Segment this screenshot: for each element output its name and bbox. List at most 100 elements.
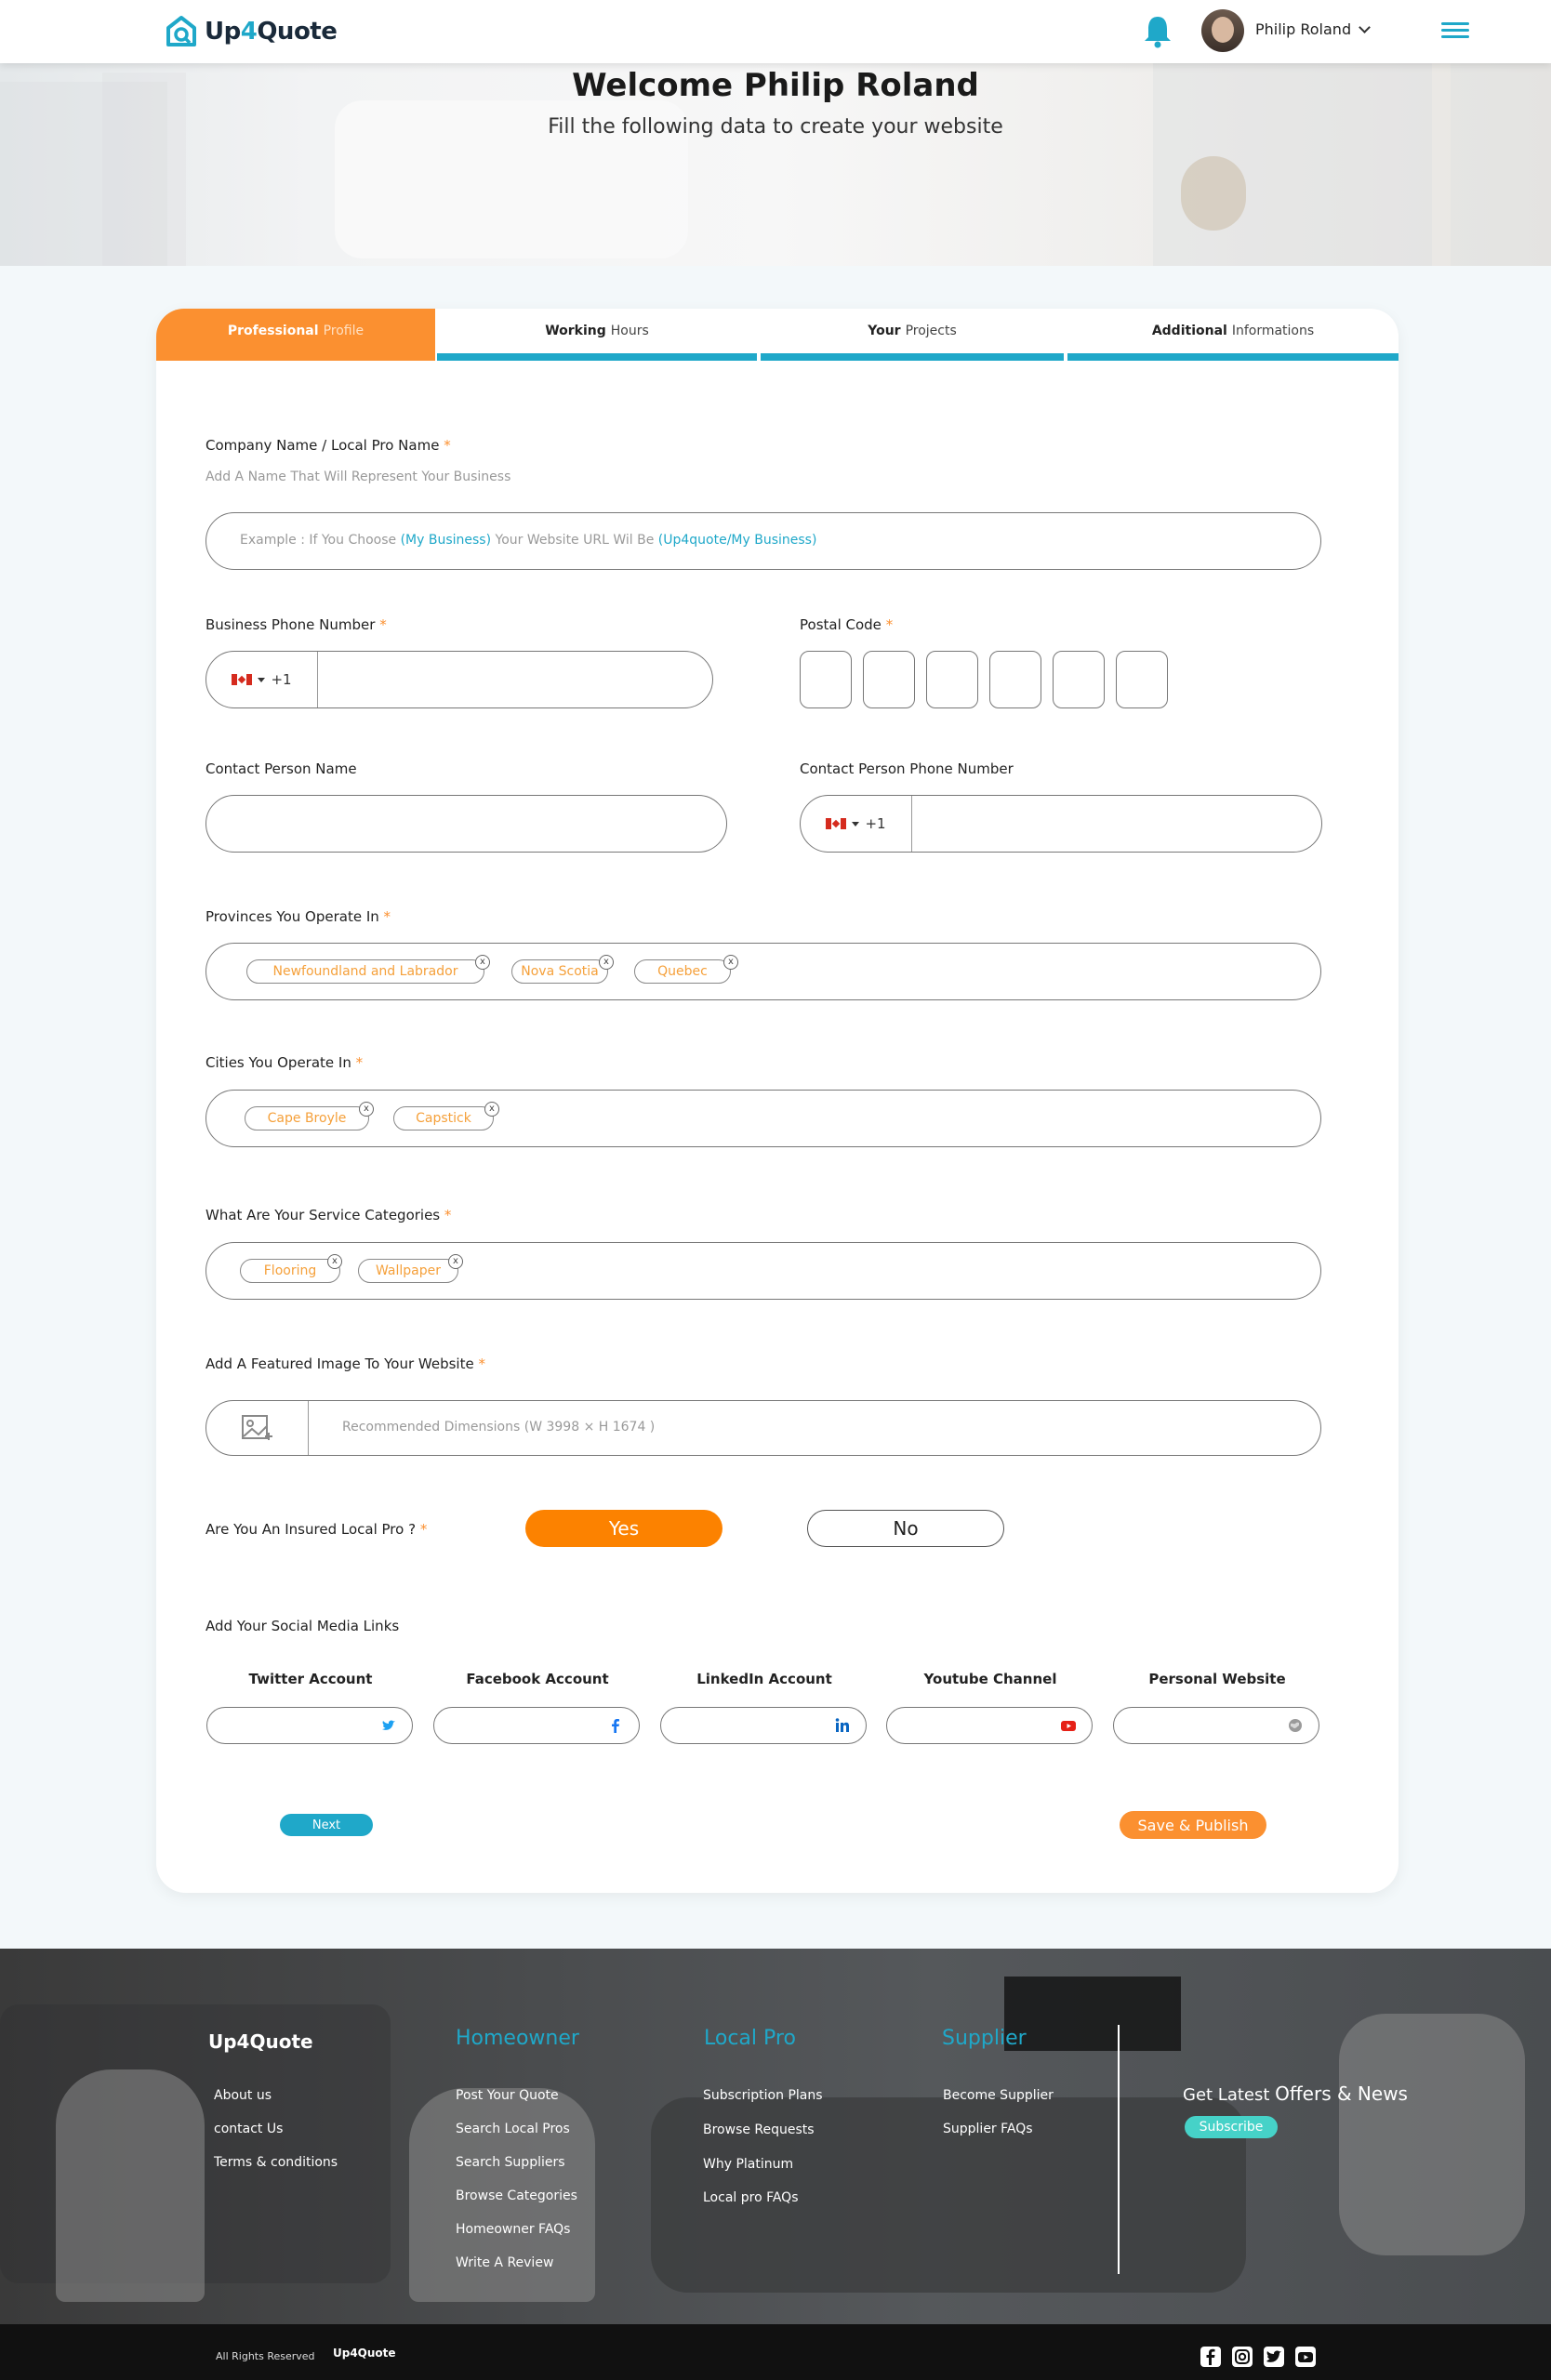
canada-flag-icon: [826, 818, 847, 829]
footer-link-search-pros[interactable]: Search Local Pros: [456, 2122, 570, 2136]
copyright-text: All Rights Reserved: [216, 2350, 315, 2362]
insured-no-button[interactable]: No: [807, 1510, 1004, 1547]
footer-heading-supplier: Supplier: [942, 2027, 1027, 2050]
footer-link-browse-categories[interactable]: Browse Categories: [456, 2188, 577, 2203]
country-code-select[interactable]: +1: [206, 652, 318, 707]
hamburger-menu-icon[interactable]: [1441, 22, 1469, 39]
footer-link-supplier-faqs[interactable]: Supplier FAQs: [943, 2122, 1033, 2136]
footer-heading-homeowner: Homeowner: [456, 2027, 579, 2050]
next-button[interactable]: Next: [280, 1814, 373, 1836]
footer-link-homeowner-faqs[interactable]: Homeowner FAQs: [456, 2222, 570, 2237]
twitter-social-icon[interactable]: [1264, 2347, 1284, 2367]
twitter-input[interactable]: [206, 1707, 413, 1744]
youtube-input[interactable]: [886, 1707, 1093, 1744]
youtube-social-icon[interactable]: [1295, 2347, 1316, 2367]
remove-chip-icon[interactable]: x: [484, 1102, 499, 1117]
city-chip: Cape Broyle: [245, 1106, 369, 1130]
save-publish-button[interactable]: Save & Publish: [1120, 1811, 1266, 1839]
page-title: Welcome Philip Roland: [572, 67, 979, 104]
personal-website-input[interactable]: [1113, 1707, 1319, 1744]
facebook-icon: [612, 1719, 619, 1733]
footer-link-write-review[interactable]: Write A Review: [456, 2255, 553, 2270]
postal-code-digit-1[interactable]: [800, 651, 852, 708]
instagram-social-icon[interactable]: [1232, 2347, 1253, 2367]
tab-your-projects[interactable]: Your Projects: [761, 309, 1064, 361]
footer-link-why-platinum[interactable]: Why Platinum: [703, 2157, 793, 2172]
add-image-icon: [241, 1415, 272, 1440]
postal-code-digit-4[interactable]: [989, 651, 1041, 708]
user-name: Philip Roland: [1255, 20, 1352, 38]
facebook-input[interactable]: [433, 1707, 640, 1744]
contact-person-phone-input[interactable]: +1: [800, 795, 1322, 853]
remove-chip-icon[interactable]: x: [723, 955, 738, 970]
youtube-label: Youtube Channel: [923, 1671, 1057, 1687]
insured-yes-button[interactable]: Yes: [525, 1510, 722, 1547]
province-chip: Nova Scotia: [511, 959, 608, 984]
city-chip: Capstick: [393, 1106, 494, 1130]
remove-chip-icon[interactable]: x: [599, 955, 614, 970]
postal-code-digit-3[interactable]: [926, 651, 978, 708]
remove-chip-icon[interactable]: x: [327, 1254, 342, 1269]
remove-chip-icon[interactable]: x: [359, 1102, 374, 1117]
dial-code: +1: [865, 815, 886, 832]
country-code-select[interactable]: +1: [801, 796, 912, 852]
postal-code-digit-6[interactable]: [1116, 651, 1168, 708]
caret-down-icon: [852, 821, 860, 826]
company-name-placeholder: Example : If You Choose (My Business) Yo…: [240, 533, 817, 548]
subscribe-button[interactable]: Subscribe: [1185, 2116, 1278, 2138]
footer-link-terms[interactable]: Terms & conditions: [214, 2155, 338, 2170]
category-chip: Flooring: [240, 1259, 340, 1283]
postal-code-digit-2[interactable]: [863, 651, 915, 708]
caret-down-icon: [258, 677, 266, 682]
logo-house-icon: [166, 16, 196, 46]
avatar[interactable]: [1201, 9, 1244, 52]
province-chip: Quebec: [634, 959, 731, 984]
top-header: Up4Quote Philip Roland: [0, 0, 1551, 63]
company-name-input[interactable]: Example : If You Choose (My Business) Yo…: [205, 512, 1321, 570]
provinces-label: Provinces You Operate In *: [205, 908, 391, 925]
tab-additional-informations[interactable]: Additional Informations: [1067, 309, 1399, 361]
footer-link-local-pro-faqs[interactable]: Local pro FAQs: [703, 2190, 799, 2205]
insured-label: Are You An Insured Local Pro ? *: [205, 1521, 428, 1538]
twitter-icon: [382, 1720, 395, 1730]
service-categories-label: What Are Your Service Categories *: [205, 1207, 452, 1223]
contact-person-name-input[interactable]: [205, 795, 727, 853]
footer-brand[interactable]: Up4Quote: [208, 2030, 313, 2053]
brand-logo[interactable]: Up4Quote: [166, 13, 338, 50]
tab-professional-profile[interactable]: Professional Profile: [156, 309, 435, 361]
footer-link-subscription-plans[interactable]: Subscription Plans: [703, 2088, 823, 2103]
business-phone-input[interactable]: +1: [205, 651, 713, 708]
category-chip: Wallpaper: [358, 1259, 458, 1283]
cities-input[interactable]: [205, 1090, 1321, 1147]
featured-image-upload[interactable]: Recommended Dimensions (W 3998 × H 1674 …: [205, 1400, 1321, 1456]
postal-code-digit-5[interactable]: [1053, 651, 1105, 708]
footer-mini-logo[interactable]: Up4Quote: [333, 2347, 396, 2360]
facebook-social-icon[interactable]: [1200, 2347, 1221, 2367]
offers-heading: Get Latest Offers & News: [1183, 2082, 1408, 2105]
remove-chip-icon[interactable]: x: [448, 1254, 463, 1269]
remove-chip-icon[interactable]: x: [475, 955, 490, 970]
footer-link-contact[interactable]: contact Us: [214, 2122, 283, 2136]
youtube-icon: [1061, 1721, 1076, 1731]
footer-heading-local-pro: Local Pro: [704, 2027, 796, 2050]
personal-website-label: Personal Website: [1148, 1671, 1286, 1687]
user-menu[interactable]: Philip Roland: [1255, 20, 1371, 38]
company-name-hint: Add A Name That Will Represent Your Busi…: [205, 469, 511, 484]
page-subtitle: Fill the following data to create your w…: [548, 115, 1003, 139]
chevron-down-icon: [1359, 20, 1371, 33]
postal-code-label: Postal Code *: [800, 616, 894, 633]
footer-link-search-suppliers[interactable]: Search Suppliers: [456, 2155, 565, 2170]
linkedin-label: LinkedIn Account: [696, 1671, 832, 1687]
twitter-label: Twitter Account: [248, 1671, 373, 1687]
province-chip: Newfoundland and Labrador: [246, 959, 484, 984]
footer-link-browse-requests[interactable]: Browse Requests: [703, 2122, 815, 2137]
footer-link-become-supplier[interactable]: Become Supplier: [943, 2088, 1054, 2103]
image-upload-button[interactable]: [206, 1401, 309, 1455]
footer-link-post-quote[interactable]: Post Your Quote: [456, 2088, 559, 2103]
linkedin-input[interactable]: [660, 1707, 867, 1744]
linkedin-icon: [835, 1718, 849, 1732]
tab-working-hours[interactable]: Working Hours: [437, 309, 757, 361]
globe-icon: [1289, 1719, 1302, 1732]
bell-icon[interactable]: [1142, 13, 1173, 48]
footer-link-about[interactable]: About us: [214, 2088, 272, 2103]
